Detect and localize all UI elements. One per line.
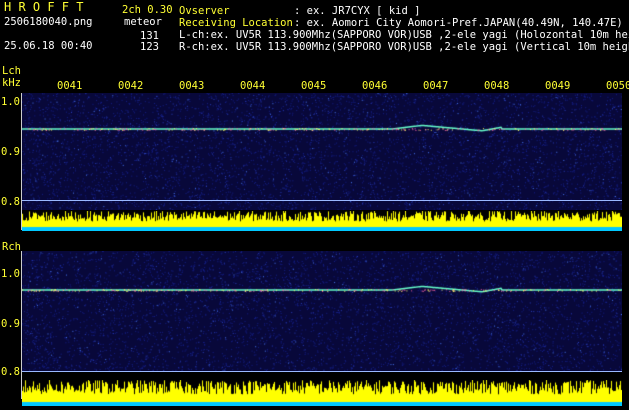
lch-ytick-0.8: 0.8 xyxy=(1,196,20,208)
rch-label: Rch xyxy=(2,241,21,253)
rch-baseline xyxy=(22,371,622,372)
meteor-count-rch: 123 xyxy=(140,41,159,53)
version-label: 2ch 0.30 xyxy=(122,4,173,16)
time-tick: 0045 xyxy=(301,80,327,92)
lch-info: L-ch:ex. UV5R 113.900Mhz(SAPPORO VOR)USB… xyxy=(179,29,629,41)
location-label: Receiving Location xyxy=(179,17,293,29)
lch-ytick-1.0: 1.0 xyxy=(1,96,20,108)
time-tick: 0043 xyxy=(179,80,205,92)
meteor-label: meteor xyxy=(124,16,162,28)
lch-signal-bars xyxy=(22,211,622,231)
time-tick: 0049 xyxy=(545,80,571,92)
observer-label: Ovserver xyxy=(179,5,230,17)
time-tick: 0050 xyxy=(606,80,629,92)
app-brand: H R O F F T xyxy=(4,0,84,14)
location-value: : ex. Aomori City Aomori-Pref.JAPAN(40.4… xyxy=(294,17,623,29)
time-tick: 0047 xyxy=(423,80,449,92)
filename-label: 2506180040.png xyxy=(4,16,93,28)
time-tick: 0044 xyxy=(240,80,266,92)
lch-label: Lch xyxy=(2,65,21,77)
lch-baseline xyxy=(22,200,622,201)
rch-ytick-0.8: 0.8 xyxy=(1,366,20,378)
rch-ytick-0.9: 0.9 xyxy=(1,318,20,330)
time-tick: 0042 xyxy=(118,80,144,92)
time-tick: 0048 xyxy=(484,80,510,92)
observer-value: : ex. JR7CYX [ kid ] xyxy=(294,5,421,17)
lch-y-axis xyxy=(21,93,22,230)
time-tick: 0041 xyxy=(57,80,83,92)
lch-ytick-0.9: 0.9 xyxy=(1,146,20,158)
rch-info: R-ch:ex. UV5R 113.900Mhz(SAPPORO VOR)USB… xyxy=(179,41,629,53)
lch-unit-label: kHz xyxy=(2,77,21,89)
lch-spectrogram xyxy=(22,93,622,210)
rch-ytick-1.0: 1.0 xyxy=(1,268,20,280)
rch-signal-bars xyxy=(22,380,622,406)
rch-y-axis xyxy=(21,251,22,399)
rch-spectrogram xyxy=(22,251,622,371)
time-tick: 0046 xyxy=(362,80,388,92)
datetime-label: 25.06.18 00:40 xyxy=(4,40,93,52)
